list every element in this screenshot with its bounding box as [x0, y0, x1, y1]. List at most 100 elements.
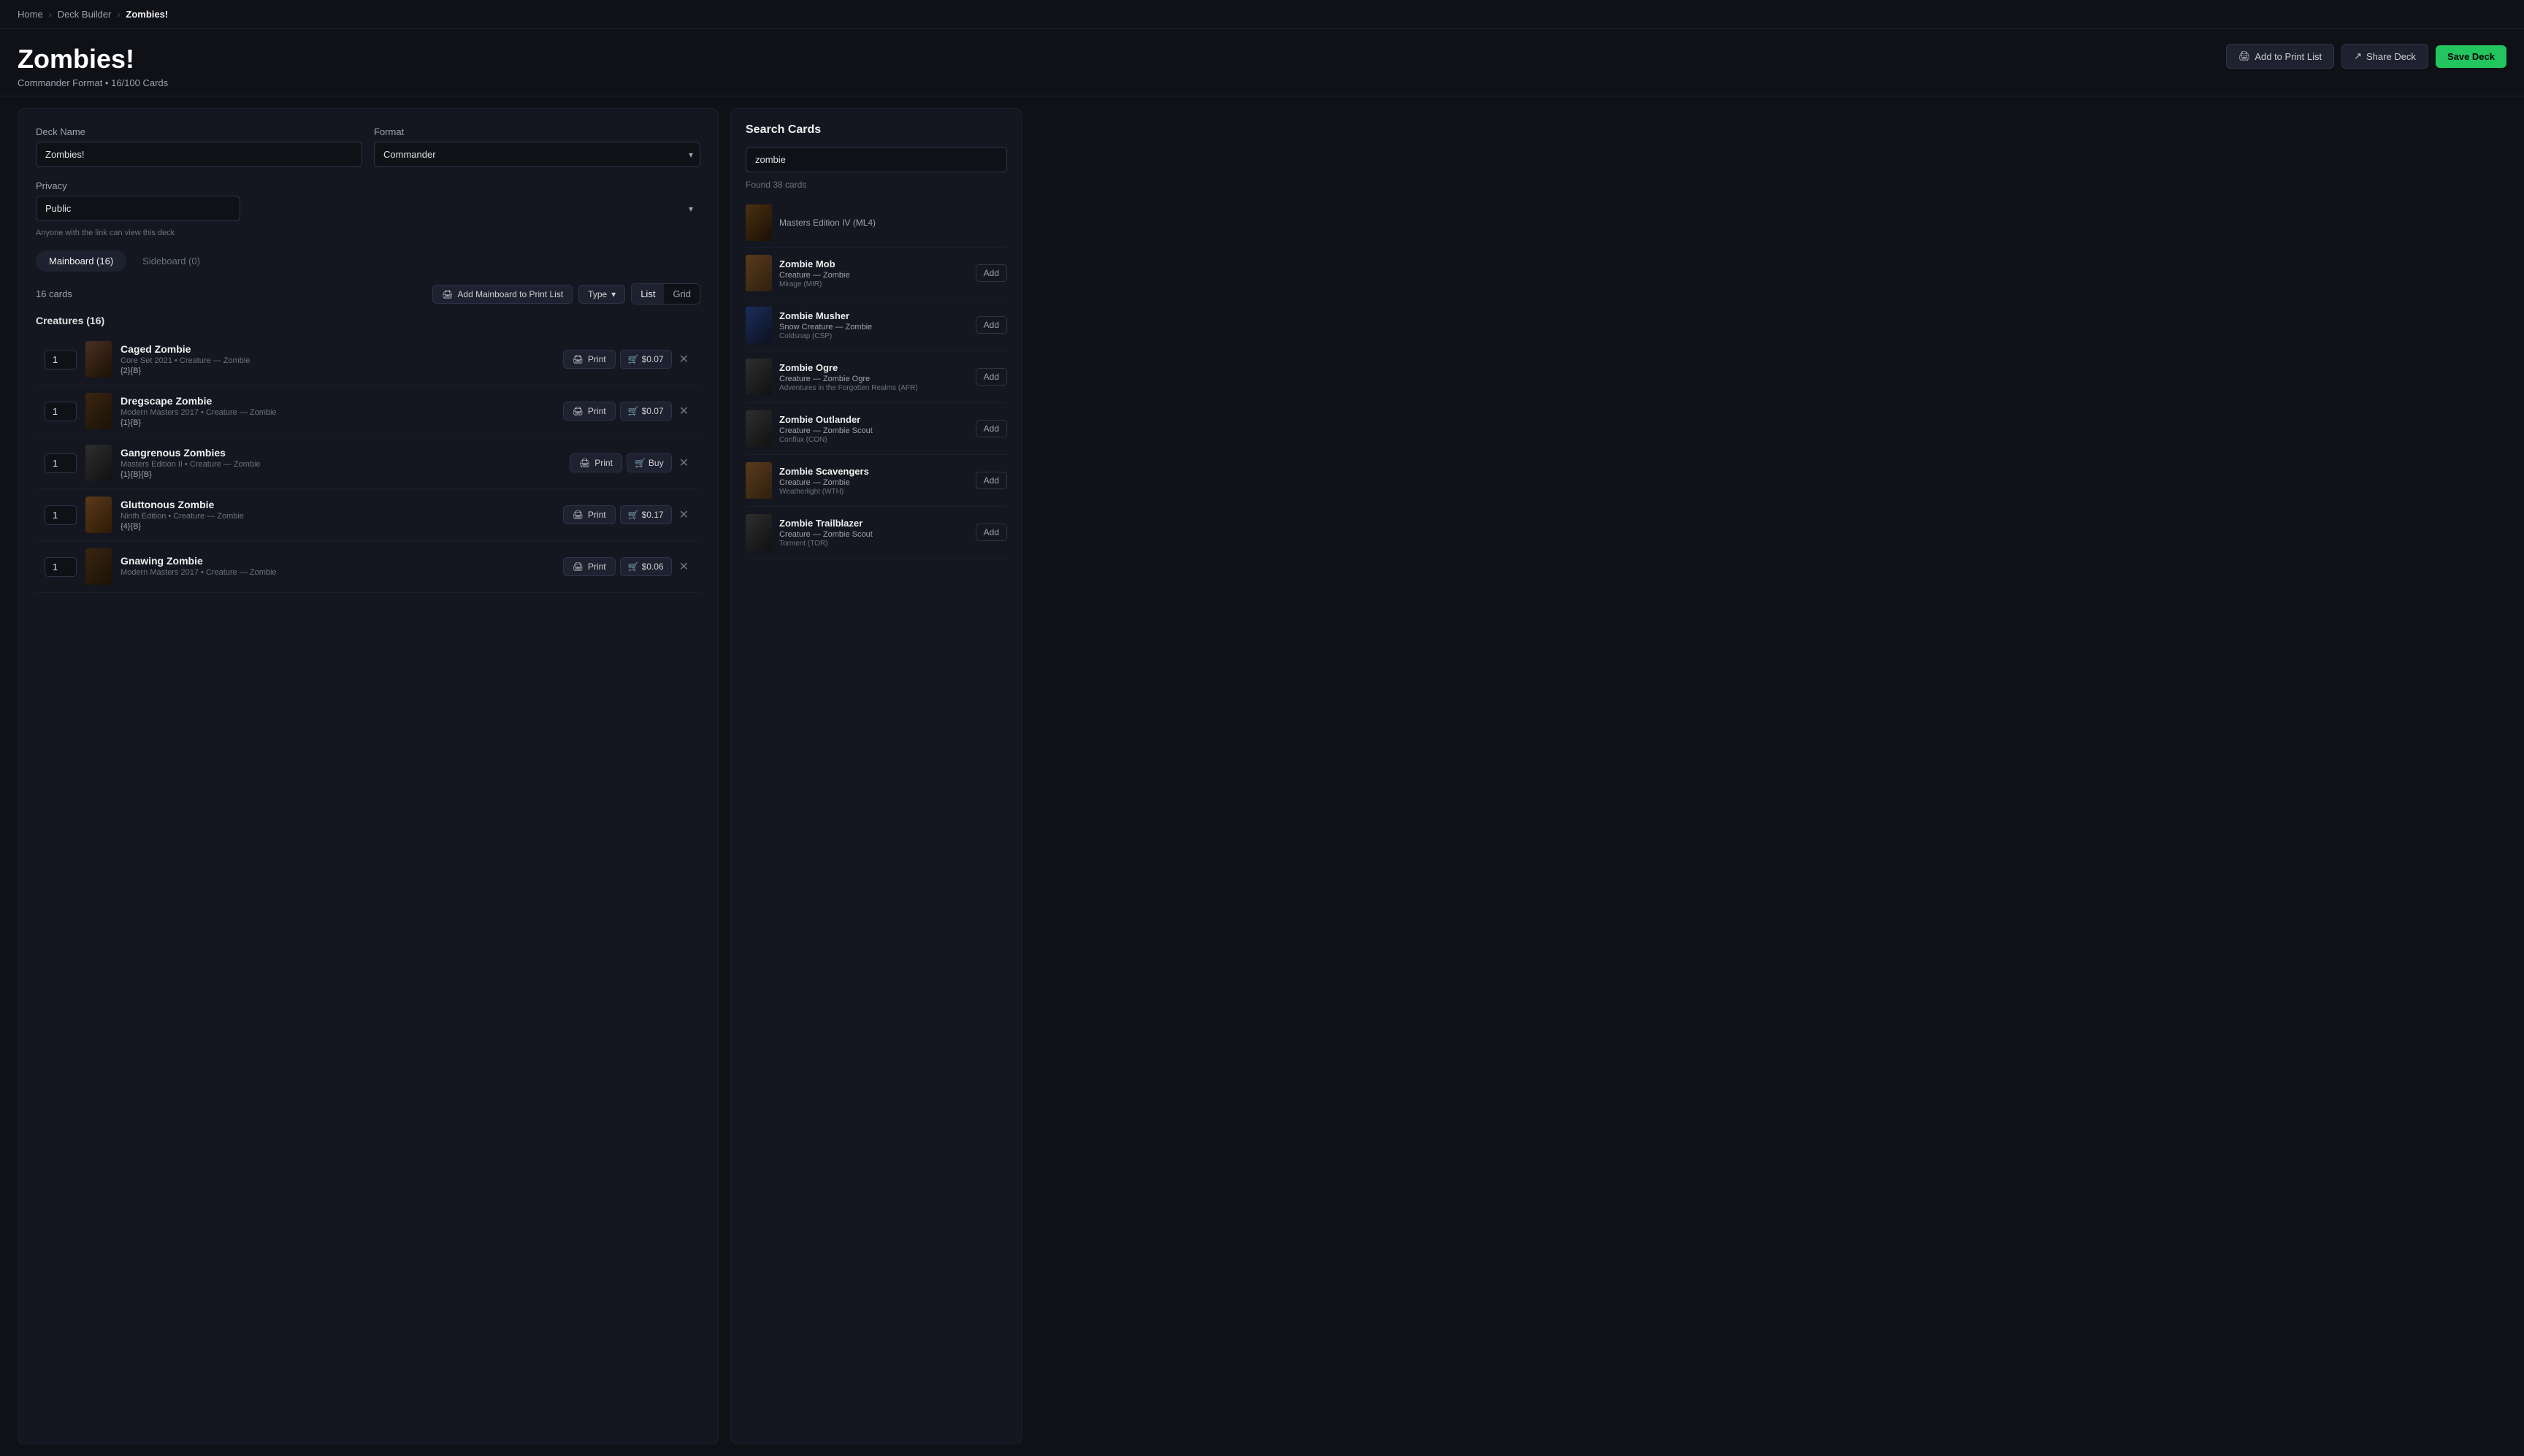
print-button[interactable]: 🖨 Print	[563, 402, 616, 421]
page-title: Zombies!	[18, 44, 168, 74]
view-list-button[interactable]: List	[632, 284, 664, 304]
add-card-button[interactable]: Add	[976, 420, 1007, 437]
add-card-button[interactable]: Add	[976, 524, 1007, 541]
privacy-select[interactable]: Public Private	[36, 196, 240, 221]
print-button[interactable]: 🖨 Print	[563, 350, 616, 369]
card-thumbnail-result	[746, 359, 772, 395]
result-type: Creature — Zombie Ogre	[779, 375, 968, 383]
print-button[interactable]: 🖨 Print	[563, 557, 616, 576]
card-cost: {1}{B}	[121, 418, 554, 427]
tab-sideboard[interactable]: Sideboard (0)	[129, 250, 213, 272]
format-select[interactable]: Commander Standard Modern	[374, 142, 700, 167]
price-button[interactable]: 🛒 $0.17	[620, 505, 672, 524]
format-group: Format Commander Standard Modern ▾	[374, 126, 700, 167]
remove-button[interactable]: ✕	[676, 401, 692, 421]
sep-info: Masters Edition IV (ML4)	[779, 218, 1007, 228]
quantity-stepper[interactable]	[45, 557, 77, 577]
printer-icon: 🖨	[2238, 50, 2251, 62]
share-deck-button[interactable]: ↗ Share Deck	[2341, 44, 2428, 69]
found-count: Found 38 cards	[746, 180, 1007, 190]
price-button[interactable]: 🛒 $0.07	[620, 350, 672, 369]
card-meta: Core Set 2021 • Creature — Zombie	[121, 356, 554, 365]
result-set: Adventures in the Forgotten Realms (AFR)	[779, 384, 968, 392]
cart-icon: 🛒	[628, 510, 639, 520]
add-card-button[interactable]: Add	[976, 472, 1007, 489]
price-button[interactable]: 🛒 $0.07	[620, 402, 672, 421]
add-card-button[interactable]: Add	[976, 264, 1007, 282]
result-name: Zombie Ogre	[779, 362, 968, 373]
result-set: Torment (TOR)	[779, 540, 968, 548]
cart-icon: 🛒	[628, 354, 639, 364]
remove-button[interactable]: ✕	[676, 453, 692, 473]
tab-mainboard[interactable]: Mainboard (16)	[36, 250, 126, 272]
price-button[interactable]: 🛒 $0.06	[620, 557, 672, 576]
result-info: Zombie Trailblazer Creature — Zombie Sco…	[779, 518, 968, 548]
deck-name-input[interactable]	[36, 142, 362, 167]
format-select-wrapper: Commander Standard Modern ▾	[374, 142, 700, 167]
card-meta: Ninth Edition • Creature — Zombie	[121, 512, 554, 521]
card-thumbnail-sep	[746, 204, 772, 241]
printer-icon-card: 🖨	[573, 406, 584, 416]
card-thumbnail-result	[746, 255, 772, 291]
page-header: Zombies! Commander Format • 16/100 Cards…	[0, 29, 2524, 96]
card-meta: Modern Masters 2017 • Creature — Zombie	[121, 568, 554, 577]
result-name: Zombie Scavengers	[779, 466, 968, 477]
quantity-stepper[interactable]	[45, 350, 77, 369]
print-button[interactable]: 🖨 Print	[570, 453, 622, 472]
add-card-button[interactable]: Add	[976, 316, 1007, 334]
table-row: Dregscape Zombie Modern Masters 2017 • C…	[36, 386, 700, 437]
print-list-button[interactable]: 🖨 Add to Print List	[2226, 44, 2334, 69]
quantity-stepper[interactable]	[45, 402, 77, 421]
print-button[interactable]: 🖨 Print	[563, 505, 616, 524]
card-name: Gangrenous Zombies	[121, 447, 561, 459]
card-info: Gangrenous Zombies Masters Edition II • …	[121, 447, 561, 479]
result-type: Creature — Zombie	[779, 478, 968, 487]
remove-button[interactable]: ✕	[676, 505, 692, 525]
header-actions: 🖨 Add to Print List ↗ Share Deck Save De…	[2226, 44, 2506, 69]
card-thumbnail-result	[746, 462, 772, 499]
remove-button[interactable]: ✕	[676, 556, 692, 577]
card-cost: {4}{B}	[121, 522, 554, 531]
save-deck-button[interactable]: Save Deck	[2436, 45, 2506, 68]
nav-home[interactable]: Home	[18, 9, 43, 20]
list-item: Masters Edition IV (ML4)	[746, 199, 1007, 248]
page-subtitle: Commander Format • 16/100 Cards	[18, 77, 168, 88]
view-grid-button[interactable]: Grid	[664, 284, 700, 304]
card-thumbnail-result	[746, 514, 772, 551]
toolbar-right: 🖨 Add Mainboard to Print List Type ▾ Lis…	[432, 283, 700, 304]
result-set: Conflux (CON)	[779, 436, 968, 444]
result-type: Snow Creature — Zombie	[779, 323, 968, 332]
main-layout: Deck Name Format Commander Standard Mode…	[0, 96, 2524, 1456]
card-cost: {2}{B}	[121, 367, 554, 375]
buy-button[interactable]: 🛒 Buy	[627, 453, 672, 472]
format-label: Format	[374, 126, 700, 137]
result-type: Creature — Zombie	[779, 271, 968, 280]
form-row-name-format: Deck Name Format Commander Standard Mode…	[36, 126, 700, 167]
card-info: Dregscape Zombie Modern Masters 2017 • C…	[121, 395, 554, 427]
add-card-button[interactable]: Add	[976, 368, 1007, 386]
nav-current: Zombies!	[126, 9, 168, 20]
table-row: Caged Zombie Core Set 2021 • Creature — …	[36, 334, 700, 386]
type-filter-button[interactable]: Type ▾	[578, 285, 625, 304]
card-actions: 🖨 Print 🛒 $0.17 ✕	[563, 505, 692, 525]
card-thumbnail	[85, 497, 112, 533]
nav-deck-builder[interactable]: Deck Builder	[58, 9, 112, 20]
printer-icon-card: 🖨	[573, 510, 584, 520]
privacy-select-wrapper: Public Private ▾	[36, 196, 700, 221]
quantity-stepper[interactable]	[45, 453, 77, 473]
search-title: Search Cards	[746, 123, 1007, 137]
result-name: Zombie Musher	[779, 310, 968, 321]
remove-button[interactable]: ✕	[676, 349, 692, 369]
card-name: Caged Zombie	[121, 343, 554, 355]
deck-panel: Deck Name Format Commander Standard Mode…	[18, 108, 719, 1444]
card-thumbnail	[85, 341, 112, 378]
list-item: Zombie Musher Snow Creature — Zombie Col…	[746, 299, 1007, 351]
card-thumbnail-result	[746, 307, 772, 343]
search-input[interactable]	[746, 147, 1007, 172]
card-actions: 🖨 Print 🛒 Buy ✕	[570, 453, 692, 473]
card-list-toolbar: 16 cards 🖨 Add Mainboard to Print List T…	[36, 283, 700, 304]
add-mainboard-print-button[interactable]: 🖨 Add Mainboard to Print List	[432, 285, 573, 304]
quantity-stepper[interactable]	[45, 505, 77, 525]
cart-icon: 🛒	[635, 458, 646, 468]
result-info: Zombie Ogre Creature — Zombie Ogre Adven…	[779, 362, 968, 392]
